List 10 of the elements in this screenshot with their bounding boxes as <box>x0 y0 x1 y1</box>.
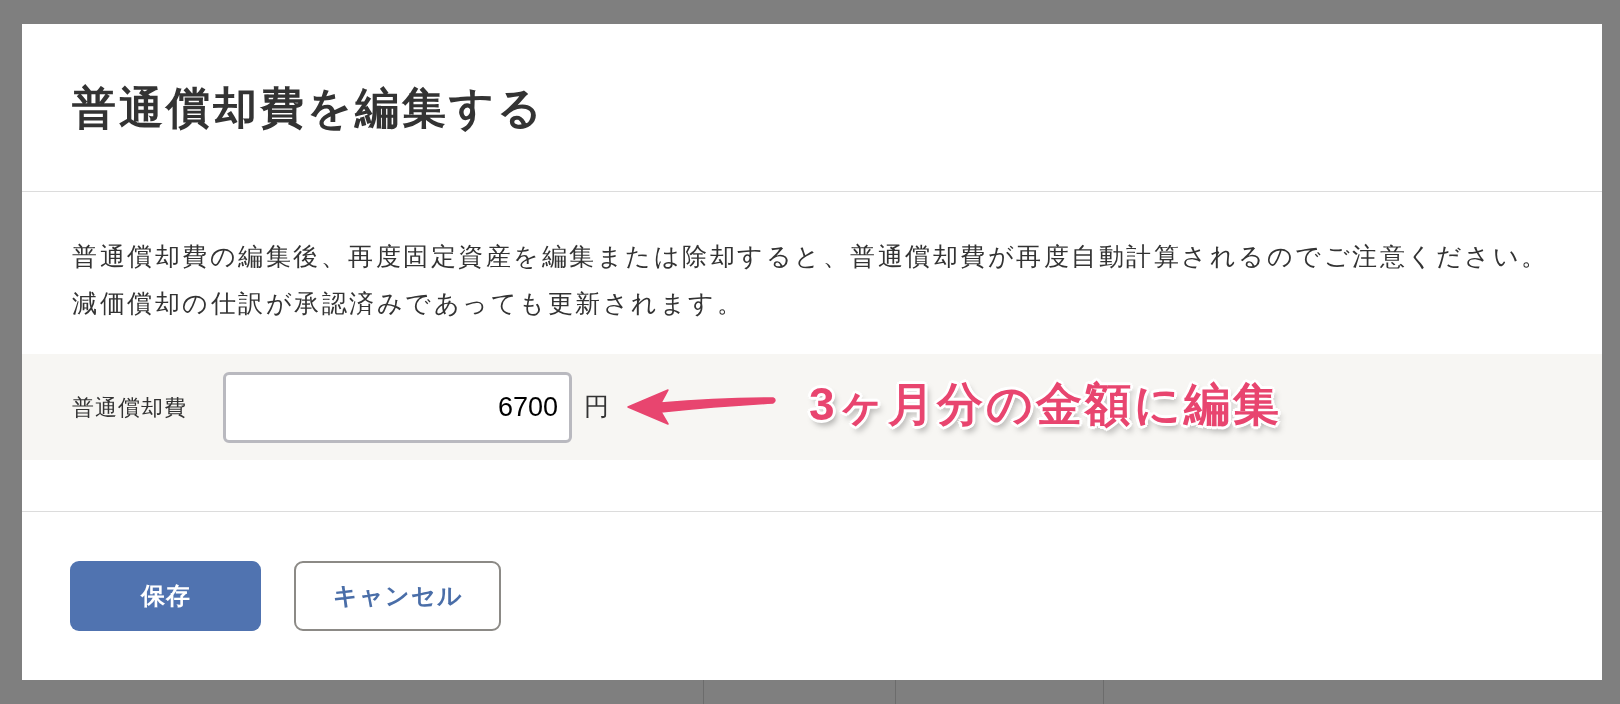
cancel-button[interactable]: キャンセル <box>294 561 501 631</box>
notice-text: 普通償却費の編集後、再度固定資産を編集または除却すると、普通償却費が再度自動計算されるのでご注意ください。 <box>72 241 1550 272</box>
field-label: 普通償却費 <box>72 393 188 422</box>
save-button[interactable]: 保存 <box>70 561 261 631</box>
arrow-icon <box>627 389 777 425</box>
amount-input[interactable]: 6700 <box>223 371 572 443</box>
annotation-text: 3ヶ月分の金額に編集 <box>809 381 1282 427</box>
unit-label: 円 <box>584 391 609 423</box>
notice-text: 減価償却の仕訳が承認済みであっても更新されます。 <box>72 288 745 319</box>
dialog-title: 普通償却費を編集する <box>72 85 545 130</box>
